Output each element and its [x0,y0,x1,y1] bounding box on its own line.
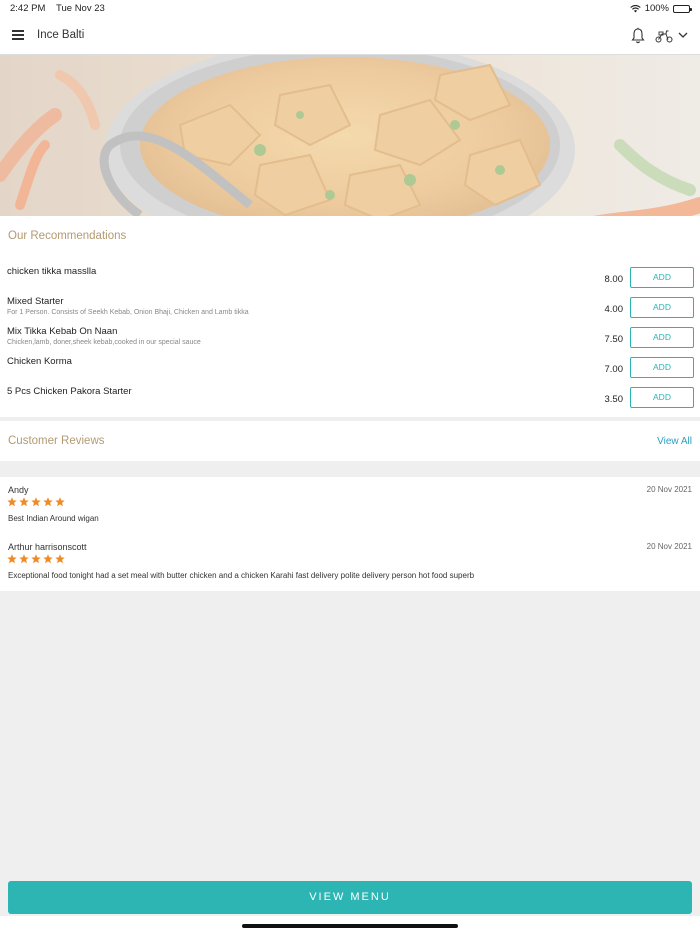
star-icon [31,497,41,507]
menu-item-price: 3.50 [604,394,624,405]
add-button[interactable]: ADD [630,387,694,408]
menu-item: chicken tikka masslla 8.00 ADD [0,266,700,296]
app-bar: Ince Balti [0,18,700,55]
view-all-link[interactable]: View All [657,436,692,447]
menu-item-name: Mix Tikka Kebab On Naan [7,326,118,337]
add-button[interactable]: ADD [630,267,694,288]
status-date: Tue Nov 23 [56,3,105,14]
wifi-icon [629,4,641,12]
review-text: Exceptional food tonight had a set meal … [8,571,475,580]
star-icon [19,497,29,507]
status-bar: 2:42 PM Tue Nov 23 100% [0,0,700,18]
star-icon [7,554,17,564]
star-icon [7,497,17,507]
menu-item-price: 8.00 [604,274,624,285]
menu-item-name: Mixed Starter [7,296,64,307]
menu-item-name: 5 Pcs Chicken Pakora Starter [7,386,132,397]
review-date: 20 Nov 2021 [646,485,692,494]
review-text: Best Indian Around wigan [8,514,99,523]
bell-icon[interactable] [630,27,646,45]
menu-icon[interactable] [12,30,24,40]
menu-item: Chicken Korma 7.00 ADD [0,356,700,386]
add-button[interactable]: ADD [630,327,694,348]
battery-percent: 100% [644,3,669,14]
menu-item-price: 4.00 [604,304,624,315]
add-button[interactable]: ADD [630,357,694,378]
reviews-header: Customer Reviews View All [0,421,700,461]
reviewer-name: Andy [8,485,29,495]
menu-item-price: 7.00 [604,364,624,375]
recommendations-section: Our Recommendations chicken tikka massll… [0,216,700,417]
menu-item: Mix Tikka Kebab On Naan Chicken,lamb, do… [0,326,700,356]
add-button[interactable]: ADD [630,297,694,318]
menu-item-name: Chicken Korma [7,356,72,367]
status-time: 2:42 PM [10,3,46,14]
menu-item-name: chicken tikka masslla [7,266,97,277]
star-icon [55,497,65,507]
review-date: 20 Nov 2021 [646,542,692,551]
restaurant-title: Ince Balti [37,29,85,41]
recommendations-title: Our Recommendations [8,230,127,242]
menu-item: 5 Pcs Chicken Pakora Starter 3.50 ADD [0,386,700,416]
star-icon [19,554,29,564]
menu-item-description: Chicken,lamb, doner,sheek kebab,cooked i… [7,339,201,346]
reviews-title: Customer Reviews [8,435,105,447]
reviewer-name: Arthur harrisonscott [8,542,87,552]
view-menu-button[interactable]: VIEW MENU [8,881,692,914]
battery-icon [673,4,692,13]
star-icon [43,497,53,507]
star-icon [43,554,53,564]
reviews-list: Andy 20 Nov 2021 Best Indian Around wiga… [0,477,700,591]
menu-item-price: 7.50 [604,334,624,345]
menu-item: Mixed Starter For 1 Person. Consists of … [0,296,700,326]
rating-stars [7,554,65,564]
scooter-icon[interactable] [655,29,673,43]
chevron-down-icon[interactable] [678,31,688,39]
rating-stars [7,497,65,507]
star-icon [31,554,41,564]
home-indicator [242,924,458,928]
hero-food-image [0,55,700,216]
star-icon [55,554,65,564]
menu-item-description: For 1 Person. Consists of Seekh Kebab, O… [7,309,249,316]
